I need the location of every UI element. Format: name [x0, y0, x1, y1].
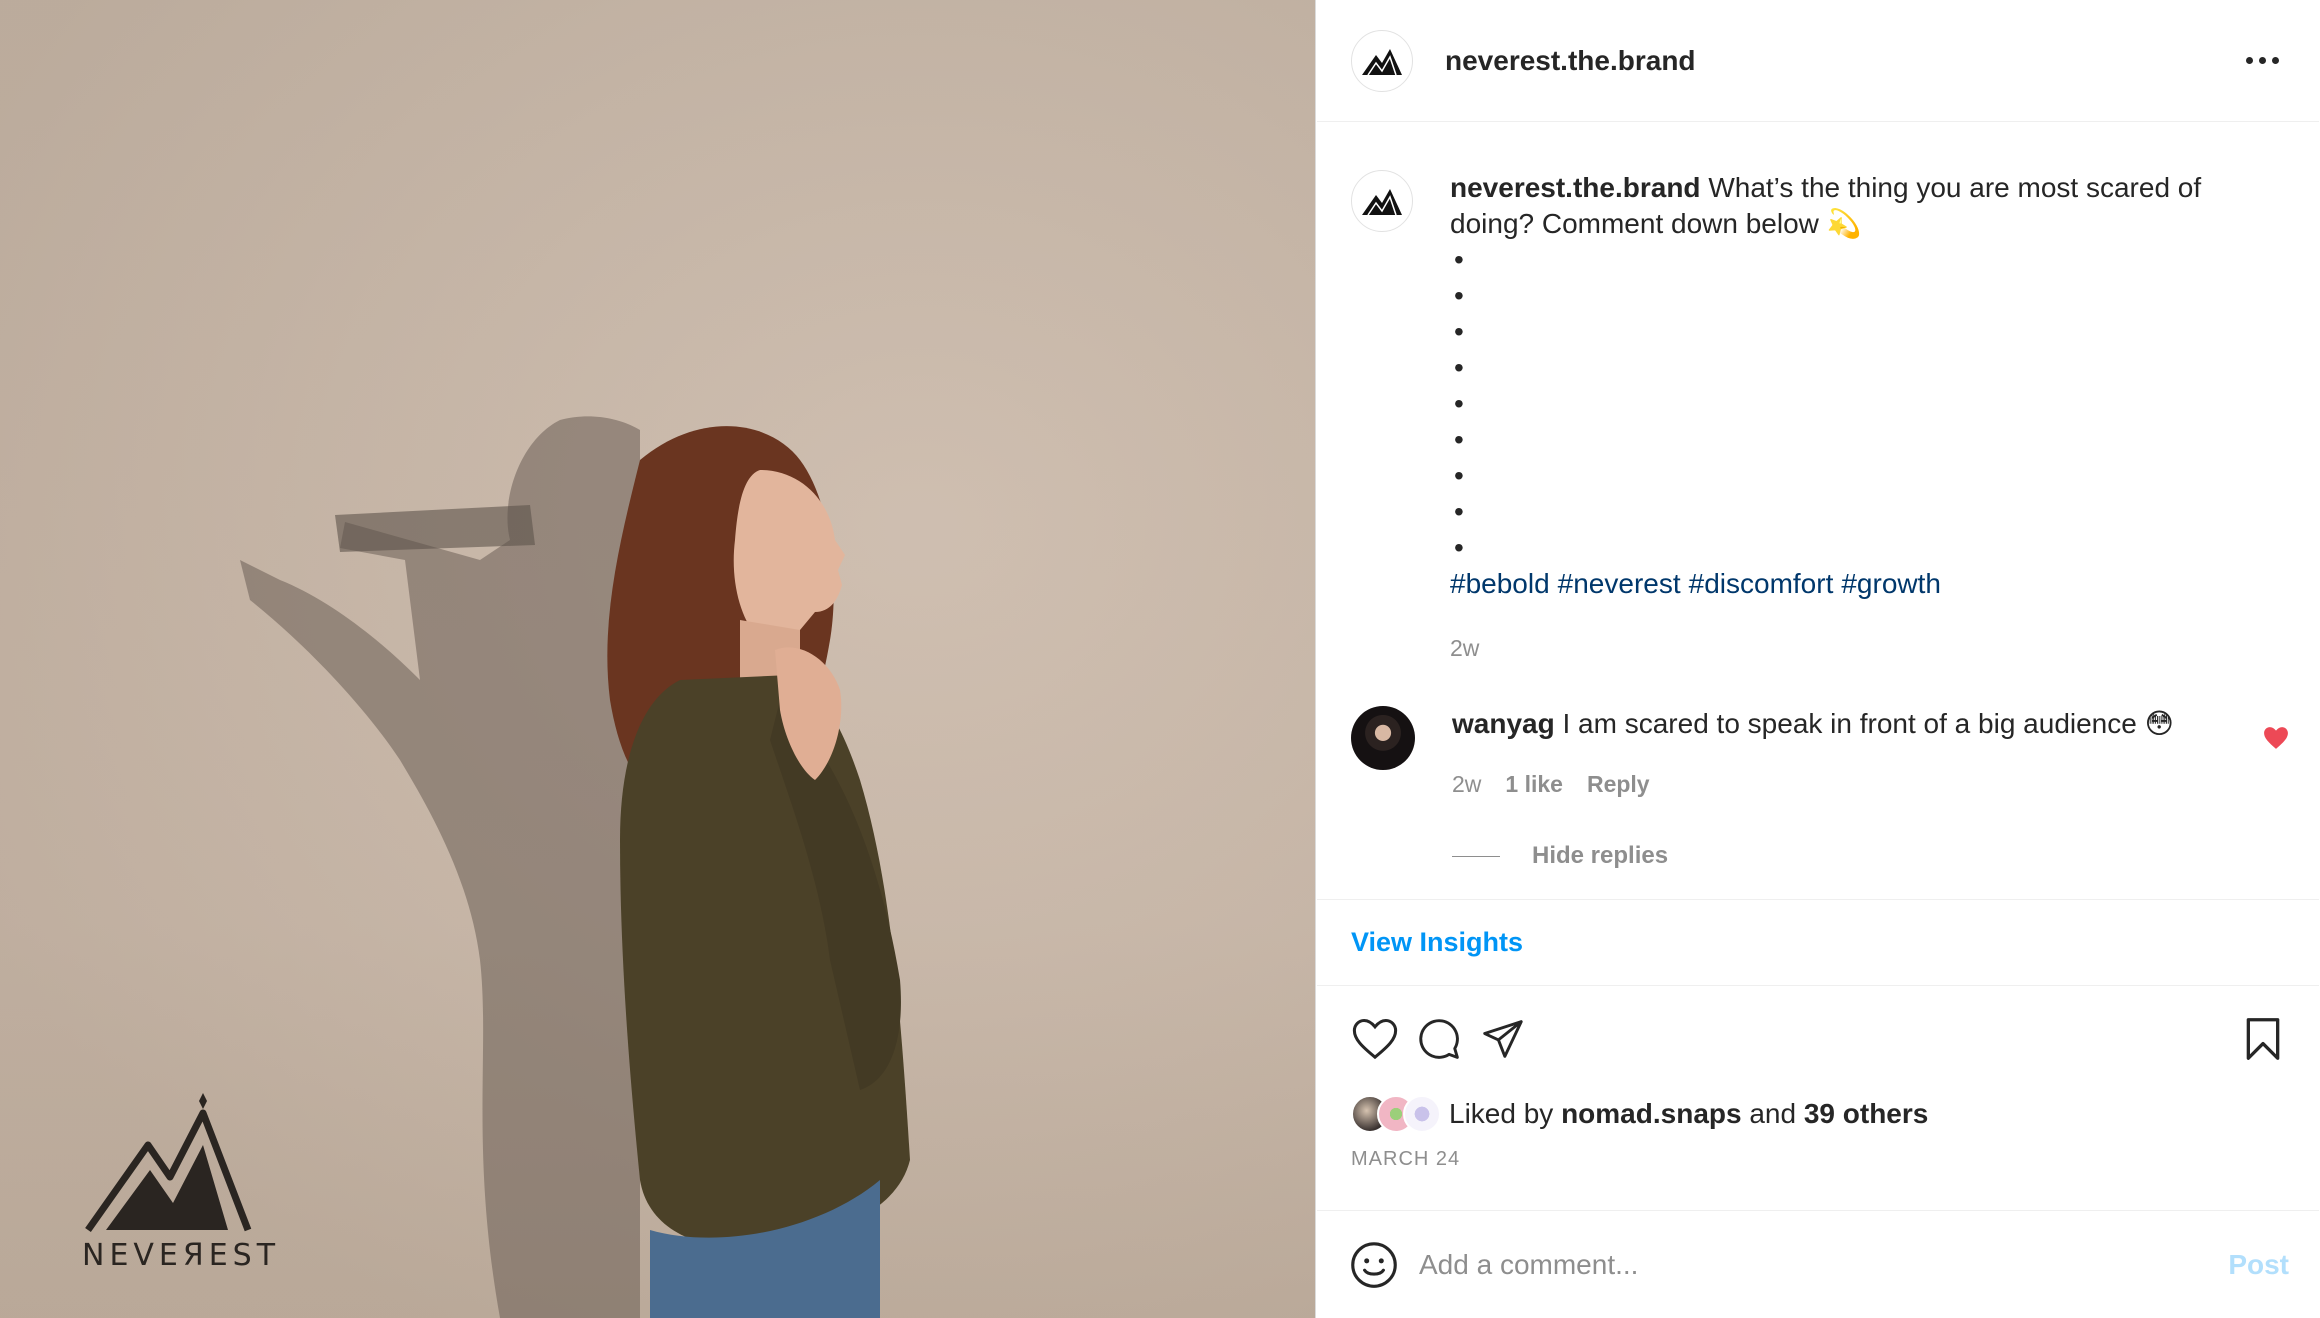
save-button[interactable] — [2237, 1013, 2289, 1065]
comment-button[interactable] — [1413, 1013, 1465, 1065]
caption-bullet: • — [1454, 244, 1464, 275]
hashtag-link[interactable]: #bebold — [1450, 568, 1550, 599]
post-header: neverest.the.brand — [1317, 0, 2319, 122]
author-avatar[interactable] — [1351, 29, 1413, 92]
liker-avatars[interactable] — [1351, 1095, 1441, 1133]
caption-time[interactable]: 2w — [1450, 630, 2250, 666]
hide-replies-button[interactable]: Hide replies — [1452, 842, 2289, 870]
caption-username[interactable]: neverest.the.brand — [1450, 172, 1701, 203]
emoji-icon[interactable] — [1349, 1240, 1399, 1290]
caption-bullet: • — [1454, 424, 1464, 455]
caption-hashtags: #bebold #neverest #discomfort #growth — [1450, 566, 2250, 602]
post-detail-panel: neverest.the.brand neverest.the.brand Wh… — [1317, 0, 2319, 1318]
small-heart-icon — [2264, 727, 2288, 749]
caption-bullet: • — [1454, 460, 1464, 491]
comment-text: I am scared to speak in front of a big a… — [1562, 708, 2174, 739]
hashtag-link[interactable]: #neverest — [1558, 568, 1681, 599]
comment-like-button[interactable] — [2263, 726, 2289, 755]
comment-input[interactable] — [1419, 1248, 2229, 1281]
microphone-shadow — [335, 505, 535, 552]
comment-likes-count[interactable]: 1 like — [1505, 766, 1563, 802]
caption-bullet: • — [1454, 532, 1464, 563]
neverest-wordmark: NEVEЯEST — [82, 1238, 281, 1273]
comment: wanyag I am scared to speak in front of … — [1351, 706, 2289, 802]
share-icon — [1483, 1020, 1523, 1058]
comment-username[interactable]: wanyag — [1452, 708, 1555, 739]
more-options-button[interactable] — [2236, 47, 2289, 74]
liked-by-and: and — [1749, 1098, 1797, 1129]
liked-by-user[interactable]: nomad.snaps — [1561, 1098, 1741, 1130]
author-username[interactable]: neverest.the.brand — [1445, 45, 1696, 77]
comment-reply-button[interactable]: Reply — [1587, 766, 1650, 802]
caption-bullet: • — [1454, 388, 1464, 419]
post-photo[interactable]: NEVEЯEST — [0, 0, 1316, 1318]
hide-replies-label: Hide replies — [1532, 842, 1669, 869]
caption-bullet: • — [1454, 316, 1464, 347]
hashtag-link[interactable]: #discomfort — [1689, 568, 1834, 599]
comment-time[interactable]: 2w — [1452, 766, 1481, 802]
comment-icon — [1419, 1019, 1459, 1059]
likes-summary: Liked by nomad.snaps and 39 others — [1317, 1092, 2319, 1136]
post-actions — [1317, 986, 2319, 1092]
caption-bullet: • — [1454, 352, 1464, 383]
view-insights-link[interactable]: View Insights — [1351, 927, 1523, 958]
commenter-avatar[interactable] — [1351, 706, 1415, 770]
like-button[interactable] — [1349, 1013, 1401, 1065]
caption-bullet: • — [1454, 496, 1464, 527]
neverest-watermark-logo — [78, 1085, 258, 1235]
hashtag-link[interactable]: #growth — [1841, 568, 1941, 599]
liker-avatar — [1403, 1095, 1441, 1133]
liked-by-others[interactable]: 39 others — [1804, 1098, 1929, 1130]
post-comment-button[interactable]: Post — [2228, 1249, 2289, 1281]
comment-actions: 2w 1 like Reply — [1452, 766, 2174, 802]
share-button[interactable] — [1477, 1013, 1529, 1065]
comment-body: wanyag I am scared to speak in front of … — [1452, 706, 2174, 802]
mountain-logo-icon — [1362, 48, 1402, 75]
comments-section[interactable]: neverest.the.brand What’s the thing you … — [1317, 122, 2319, 900]
mountain-logo-icon — [1362, 189, 1402, 216]
singer-shadow — [240, 416, 640, 1318]
bookmark-icon — [2246, 1018, 2280, 1060]
liked-by-prefix: Liked by — [1449, 1098, 1554, 1129]
caption-bullets: • • • • • • • • • — [1450, 242, 2250, 566]
caption: neverest.the.brand What’s the thing you … — [1351, 170, 2289, 666]
heart-icon — [1352, 1018, 1398, 1060]
caption-body: neverest.the.brand What’s the thing you … — [1450, 170, 2250, 666]
insights-bar: View Insights — [1317, 900, 2319, 986]
add-comment-bar: Post — [1317, 1210, 2319, 1318]
post-date[interactable]: MARCH 24 — [1317, 1148, 2319, 1171]
caption-bullet: • — [1454, 280, 1464, 311]
caption-author-avatar[interactable] — [1351, 170, 1413, 232]
replies-divider-line — [1452, 855, 1500, 857]
more-horizontal-icon — [2246, 57, 2253, 64]
